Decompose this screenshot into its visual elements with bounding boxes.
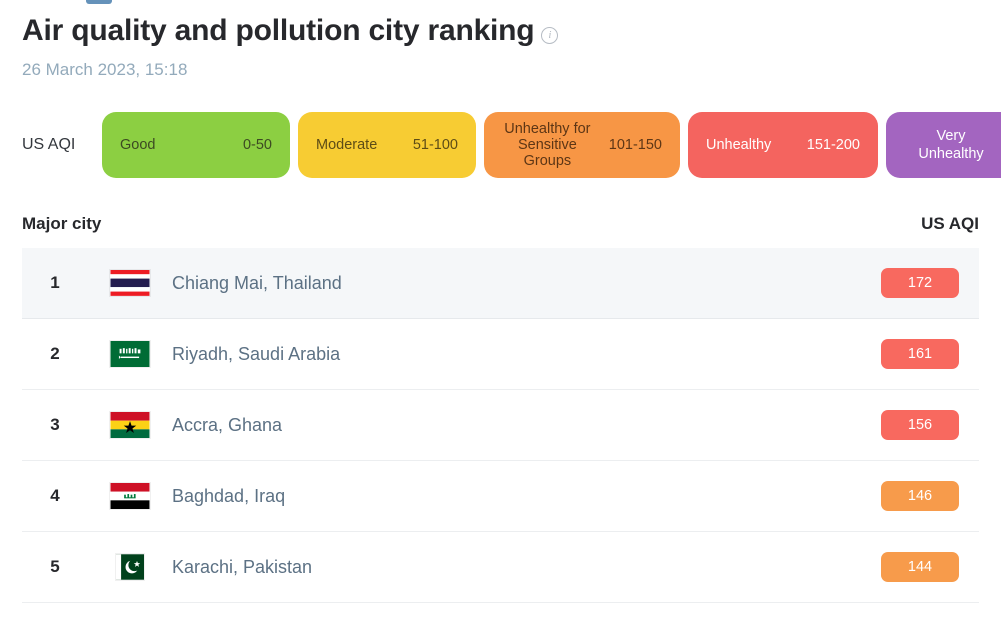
aqi-badge: 144 bbox=[881, 552, 959, 582]
page-title: Air quality and pollution city ranking bbox=[22, 14, 535, 47]
legend-pill-moderate-range: 51-100 bbox=[412, 136, 458, 153]
title-row: Air quality and pollution city ranking i bbox=[22, 12, 1001, 50]
aqi-badge: 146 bbox=[881, 481, 959, 511]
aqi-badge: 156 bbox=[881, 410, 959, 440]
aqi-cell: 172 bbox=[859, 268, 979, 298]
table-row[interactable]: 1 Chiang Mai, Thailand 172 bbox=[22, 248, 979, 319]
legend-pill-good-range: 0-50 bbox=[242, 136, 272, 153]
air-quality-ranking-page: Air quality and pollution city ranking i… bbox=[0, 0, 1001, 627]
cut-off-element bbox=[86, 0, 112, 4]
flag-cell bbox=[88, 340, 172, 368]
flag-cell bbox=[88, 411, 172, 439]
aqi-cell: 156 bbox=[859, 410, 979, 440]
legend-pill-unhealthy-sensitive: Unhealthy for Sensitive Groups 101-150 bbox=[484, 112, 680, 178]
flag-cell bbox=[88, 553, 172, 581]
legend-pill-good: Good 0-50 bbox=[102, 112, 290, 178]
table-row[interactable]: 2 Riyadh, Saudi Arabia 161 bbox=[22, 319, 979, 390]
city-link[interactable]: Accra, Ghana bbox=[172, 414, 859, 436]
city-link[interactable]: Chiang Mai, Thailand bbox=[172, 272, 859, 294]
column-header-us-aqi: US AQI bbox=[921, 214, 979, 233]
rank-number: 3 bbox=[50, 415, 60, 434]
legend-pill-unhealthy-range: 151-200 bbox=[806, 136, 860, 153]
aqi-badge: 161 bbox=[881, 339, 959, 369]
table-row[interactable]: 4 Baghdad, Iraq 146 bbox=[22, 461, 979, 532]
ranking-table: Major city US AQI 1 Chiang Mai, Thailand… bbox=[0, 200, 1001, 603]
city-link[interactable]: Riyadh, Saudi Arabia bbox=[172, 343, 859, 365]
aqi-cell: 161 bbox=[859, 339, 979, 369]
aqi-cell: 144 bbox=[859, 552, 979, 582]
table-body: 1 Chiang Mai, Thailand 172 2 Riyadh, Sau… bbox=[22, 248, 979, 603]
legend-pill-moderate-name: Moderate bbox=[316, 136, 378, 153]
aqi-legend: US AQI Good 0-50 Moderate 51-100 Unhealt… bbox=[22, 112, 1001, 178]
rank-number: 2 bbox=[50, 344, 60, 363]
table-row[interactable]: 3 Accra, Ghana 156 bbox=[22, 390, 979, 461]
column-header-major-city: Major city bbox=[22, 214, 102, 233]
rank-number: 5 bbox=[50, 557, 60, 576]
flag-ghana bbox=[109, 411, 151, 439]
legend-pill-good-name: Good bbox=[120, 136, 156, 153]
legend-label: US AQI bbox=[22, 136, 76, 153]
timestamp: 26 March 2023, 15:18 bbox=[22, 60, 188, 79]
flag-thailand bbox=[109, 269, 151, 297]
legend-pill-very-unhealthy: Very Unhealthy bbox=[886, 112, 1001, 178]
flag-cell bbox=[88, 482, 172, 510]
rank-number: 1 bbox=[50, 273, 60, 292]
info-circle-icon[interactable]: i bbox=[541, 26, 559, 44]
legend-pill-unhealthy: Unhealthy 151-200 bbox=[688, 112, 878, 178]
aqi-badge: 172 bbox=[881, 268, 959, 298]
legend-pill-moderate: Moderate 51-100 bbox=[298, 112, 476, 178]
aqi-cell: 146 bbox=[859, 481, 979, 511]
flag-saudi-arabia bbox=[109, 340, 151, 368]
legend-pill-unhealthy-sensitive-name: Unhealthy for Sensitive Groups bbox=[504, 121, 591, 169]
legend-pill-unhealthy-name: Unhealthy bbox=[706, 136, 772, 153]
flag-iraq bbox=[109, 482, 151, 510]
flag-pakistan bbox=[115, 553, 145, 581]
flag-cell bbox=[88, 269, 172, 297]
city-link[interactable]: Karachi, Pakistan bbox=[172, 556, 859, 578]
table-row[interactable]: 5 Karachi, Pakistan 144 bbox=[22, 532, 979, 603]
city-link[interactable]: Baghdad, Iraq bbox=[172, 485, 859, 507]
rank-number: 4 bbox=[50, 486, 60, 505]
legend-pill-unhealthy-sensitive-range: 101-150 bbox=[608, 136, 662, 153]
legend-pill-very-unhealthy-name: Very Unhealthy bbox=[918, 128, 984, 162]
table-header-row: Major city US AQI bbox=[0, 200, 1001, 248]
page-header: Air quality and pollution city ranking i… bbox=[0, 0, 1001, 81]
